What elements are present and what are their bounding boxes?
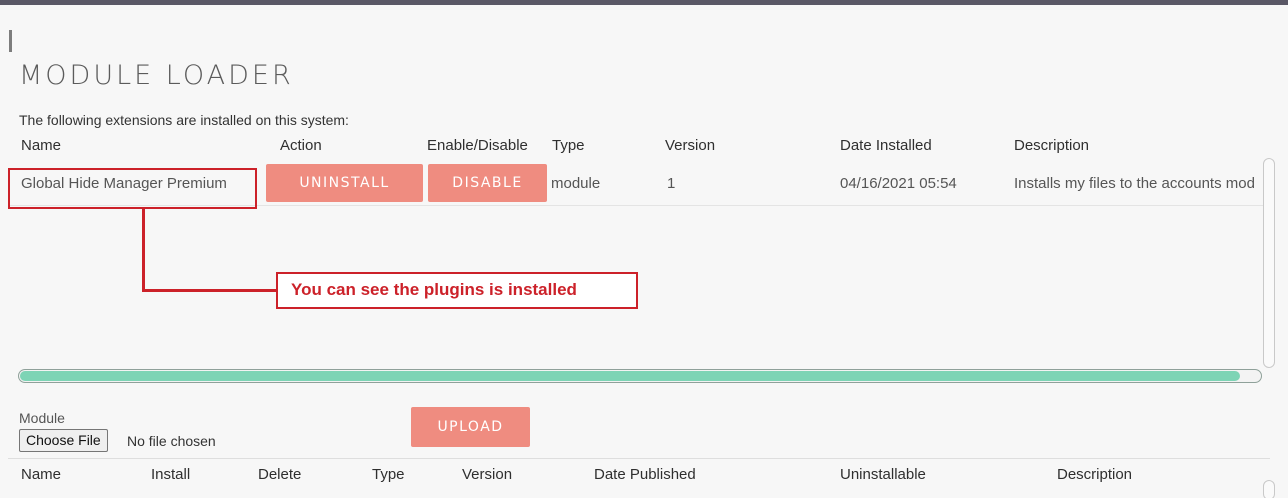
col-header-date-installed: Date Installed: [840, 137, 932, 154]
extension-type: module: [551, 175, 601, 192]
horizontal-scrollbar[interactable]: [18, 369, 1262, 383]
col-header-enable-disable: Enable/Disable: [427, 137, 528, 154]
disable-button[interactable]: DISABLE: [428, 164, 547, 202]
col-header-type: Type: [372, 466, 405, 483]
choose-file-button[interactable]: Choose File: [19, 429, 108, 452]
col-header-delete: Delete: [258, 466, 302, 483]
uninstall-button[interactable]: UNINSTALL: [266, 164, 423, 202]
col-header-date-published: Date Published: [594, 466, 696, 483]
extension-version: 1: [667, 175, 676, 192]
col-header-description: Description: [1057, 466, 1133, 483]
annotation-connector-horizontal: [142, 289, 276, 292]
col-header-uninstallable: Uninstallable: [840, 466, 926, 483]
col-header-description: Description: [1014, 137, 1090, 154]
file-status-text: No file chosen: [127, 433, 216, 449]
col-header-version: Version: [665, 137, 716, 154]
col-header-type: Type: [552, 137, 585, 154]
sidebar-edge-marker: [9, 30, 12, 52]
table-divider: [8, 458, 1270, 459]
upload-button[interactable]: UPLOAD: [411, 407, 530, 447]
col-header-name: Name: [21, 137, 62, 154]
col-header-name: Name: [21, 466, 62, 483]
annotation-callout: You can see the plugins is installed: [276, 272, 638, 309]
col-header-action: Action: [280, 137, 322, 154]
annotation-connector-vertical: [142, 209, 145, 291]
vertical-scrollbar[interactable]: [1263, 158, 1275, 368]
col-header-install: Install: [151, 466, 191, 483]
top-bar: [0, 0, 1288, 5]
page-title: MODULE LOADER: [19, 60, 294, 91]
extension-date-installed: 04/16/2021 05:54: [840, 175, 957, 192]
horizontal-scrollbar-thumb[interactable]: [20, 371, 1240, 381]
module-label: Module: [19, 410, 65, 426]
intro-text: The following extensions are installed o…: [19, 112, 349, 128]
extension-description: Installs my files to the accounts mod: [1014, 175, 1255, 192]
annotation-highlight-box: [8, 168, 257, 209]
lower-vertical-scrollbar[interactable]: [1263, 480, 1275, 498]
col-header-version: Version: [462, 466, 513, 483]
